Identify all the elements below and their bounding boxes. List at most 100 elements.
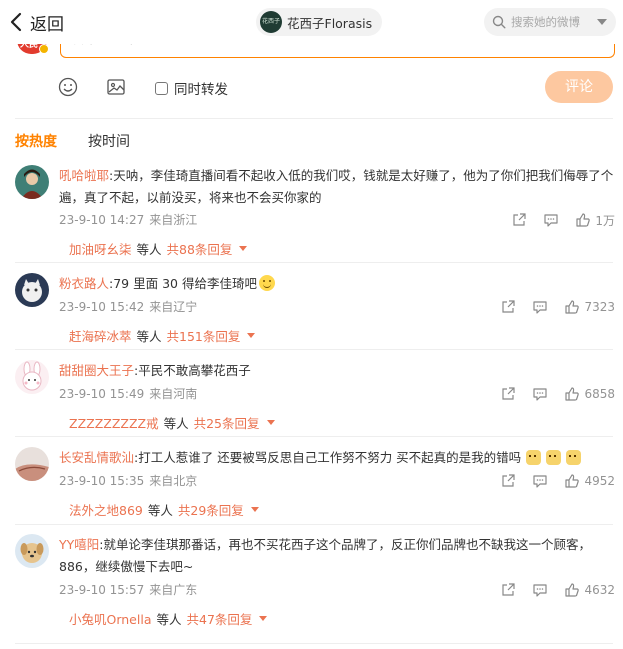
comment-actions: 1万 <box>511 211 615 229</box>
cat-emoji-icon <box>546 450 562 465</box>
reply-summary[interactable]: 法外之地869 等人 共29条回复 <box>69 500 259 519</box>
comment-time: 23-9-10 15:49 <box>59 387 145 401</box>
blush-emoji-icon <box>258 275 275 291</box>
comment-time: 23-9-10 15:35 <box>59 474 145 488</box>
like-icon[interactable] <box>564 582 580 598</box>
reply-connector: 等人 <box>156 612 182 627</box>
divider <box>15 643 613 644</box>
reply-username[interactable]: 法外之地869 <box>69 500 143 519</box>
comment-time: 23-9-10 14:27 <box>59 213 145 227</box>
avatar[interactable] <box>15 165 49 199</box>
avatar[interactable] <box>15 534 49 568</box>
reply-connector: 等人 <box>136 329 162 344</box>
comment-icon[interactable] <box>532 386 548 402</box>
comment-icon[interactable] <box>532 582 548 598</box>
comment-location: 来自北京 <box>149 474 198 488</box>
search-input[interactable] <box>511 15 593 29</box>
comment-icon[interactable] <box>532 473 548 489</box>
caret-down-icon[interactable] <box>239 246 248 251</box>
comment-icon[interactable] <box>532 299 548 315</box>
caret-down-icon[interactable] <box>250 507 259 512</box>
reply-count[interactable]: 共25条回复 <box>194 413 260 432</box>
comment-actions: 4952 <box>500 472 615 490</box>
repost-checkbox[interactable] <box>155 81 168 95</box>
like-count: 4952 <box>584 474 615 488</box>
comment-location: 来自广东 <box>149 583 198 597</box>
verified-badge-icon <box>39 44 49 54</box>
like-count: 4632 <box>584 583 615 597</box>
reply-summary[interactable]: 加油呀幺柒 等人 共88条回复 <box>69 239 248 258</box>
like-icon[interactable] <box>564 299 580 315</box>
avatar[interactable] <box>15 273 49 307</box>
reply-connector: 等人 <box>136 242 162 257</box>
tab-sort-hot[interactable]: 按热度 <box>15 131 57 151</box>
comment-meta: 23-9-10 15:42 来自辽宁 <box>59 298 197 315</box>
comment-username[interactable]: 甜甜圈大王子 <box>59 363 134 378</box>
reply-summary[interactable]: 小兔叽Ornella 等人 共47条回复 <box>69 609 268 628</box>
chevron-down-icon[interactable] <box>597 19 607 25</box>
comment-actions: 6858 <box>500 385 615 403</box>
divider <box>15 349 613 350</box>
share-icon[interactable] <box>511 212 527 228</box>
chevron-left-icon <box>10 12 22 32</box>
share-icon[interactable] <box>500 582 516 598</box>
like-count: 1万 <box>595 213 615 228</box>
comment-text: 吼哈啦耶:天呐，李佳琦直播间看不起收入低的我们哎，钱就是太好赚了，他为了你们把我… <box>59 165 615 209</box>
comment-text: 甜甜圈大王子:平民不敢高攀花西子 <box>59 360 615 382</box>
comment-username[interactable]: 粉衣路人 <box>59 276 109 291</box>
comment-time: 23-9-10 15:57 <box>59 583 145 597</box>
emoji-icon[interactable] <box>58 77 78 97</box>
cat-emoji-icon <box>566 450 582 465</box>
back-button[interactable]: 返回 <box>8 9 64 35</box>
tab-sort-time[interactable]: 按时间 <box>88 131 130 151</box>
reply-username[interactable]: 小兔叽Ornella <box>69 609 151 628</box>
share-icon[interactable] <box>500 473 516 489</box>
reply-summary[interactable]: ZZZZZZZZZ戒 等人 共25条回复 <box>69 413 275 432</box>
brand-account-chip[interactable]: 花西子 花西子Florasis <box>256 8 383 36</box>
comment-username[interactable]: 长安乱情歌汕 <box>59 450 134 465</box>
comment-actions: 7323 <box>500 298 615 316</box>
caret-down-icon[interactable] <box>266 420 275 425</box>
reply-count[interactable]: 共29条回复 <box>178 500 244 519</box>
like-icon[interactable] <box>564 473 580 489</box>
avatar[interactable] <box>15 360 49 394</box>
caret-down-icon[interactable] <box>247 333 256 338</box>
divider <box>15 524 613 525</box>
caret-down-icon[interactable] <box>259 616 268 621</box>
reply-count[interactable]: 共47条回复 <box>187 609 253 628</box>
cat-emoji-icon <box>526 450 542 465</box>
share-icon[interactable] <box>500 386 516 402</box>
submit-comment-button[interactable]: 评论 <box>545 71 613 103</box>
back-label: 返回 <box>30 14 64 35</box>
reply-username[interactable]: 加油呀幺柒 <box>69 239 132 258</box>
comment-meta: 23-9-10 14:27 来自浙江 <box>59 211 197 228</box>
like-icon[interactable] <box>575 212 591 228</box>
search-box[interactable] <box>484 8 616 36</box>
image-icon[interactable] <box>106 77 126 97</box>
reply-username[interactable]: ZZZZZZZZZ戒 <box>69 413 159 432</box>
reply-count[interactable]: 共88条回复 <box>167 239 233 258</box>
repost-label: 同时转发 <box>174 82 228 98</box>
comment-text: 粉衣路人:79 里面 30 得给李佳琦吧 <box>59 273 615 295</box>
comment-username[interactable]: YY嘻阳 <box>59 537 99 552</box>
divider <box>15 262 613 263</box>
reply-summary[interactable]: 赶海碎冰萃 等人 共151条回复 <box>69 326 256 345</box>
reply-count[interactable]: 共151条回复 <box>167 326 241 345</box>
brand-name: 花西子Florasis <box>287 15 373 31</box>
comment-meta: 23-9-10 15:49 来自河南 <box>59 385 197 402</box>
comment-body: :平民不敢高攀花西子 <box>134 363 251 378</box>
top-bar: 返回 花西子 花西子Florasis <box>0 0 623 44</box>
avatar[interactable] <box>15 447 49 481</box>
comment-body: :79 里面 30 得给李佳琦吧 <box>109 276 257 291</box>
comment-body: :就单论李佳琪那番话，再也不买花西子这个品牌了，反正你们品牌也不缺我这一个顾客，… <box>59 537 591 574</box>
reply-connector: 等人 <box>147 503 173 518</box>
divider <box>15 118 613 119</box>
comment-time: 23-9-10 15:42 <box>59 300 145 314</box>
repost-toggle[interactable]: 同时转发 <box>155 78 228 98</box>
reply-username[interactable]: 赶海碎冰萃 <box>69 326 132 345</box>
comment-meta: 23-9-10 15:57 来自广东 <box>59 581 197 598</box>
comment-username[interactable]: 吼哈啦耶 <box>59 168 109 183</box>
comment-icon[interactable] <box>543 212 559 228</box>
like-icon[interactable] <box>564 386 580 402</box>
share-icon[interactable] <box>500 299 516 315</box>
